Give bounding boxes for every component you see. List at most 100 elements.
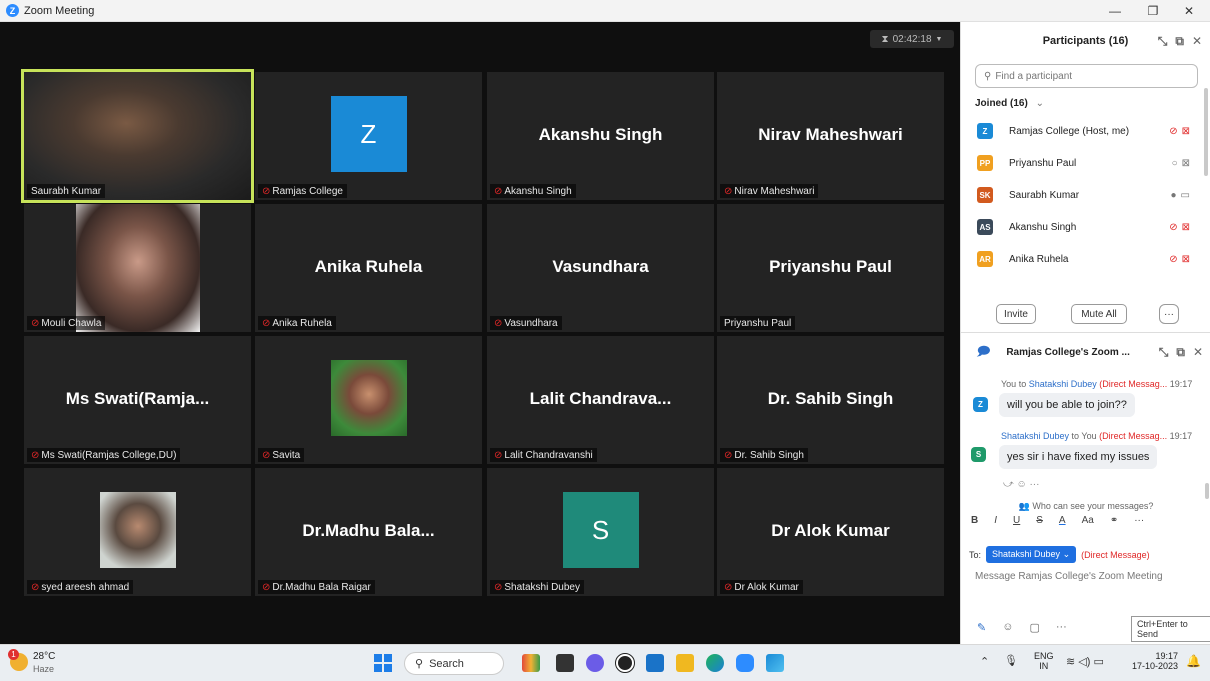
font-size-icon[interactable]: Aa <box>1082 515 1094 526</box>
strikethrough-icon[interactable]: S <box>1036 515 1043 526</box>
participant-tile[interactable]: Akanshu Singh ⊘ Akanshu Singh <box>487 72 714 200</box>
meeting-timer[interactable]: ⧗ 02:42:18 ▼ <box>870 30 954 48</box>
file-icon[interactable]: ▢ <box>1029 621 1039 634</box>
minimize-button[interactable]: — <box>1100 0 1130 22</box>
participant-name-label: ⊘ Savita <box>258 448 305 462</box>
participant-display-name: Lalit Chandrava... <box>529 389 672 408</box>
participant-tile[interactable]: Dr.Madhu Bala... ⊘ Dr.Madhu Bala Raigar <box>255 468 482 596</box>
microphone-icon[interactable]: 🎙 <box>1004 654 1018 667</box>
file-explorer-icon[interactable] <box>676 654 694 672</box>
message-actions[interactable]: ⤻ ☺ ··· <box>1003 479 1039 490</box>
widget-app-icon[interactable] <box>522 654 540 672</box>
popout-icon[interactable]: ⧉ <box>1175 34 1184 49</box>
participant-tile[interactable]: Lalit Chandrava... ⊘ Lalit Chandravanshi <box>487 336 714 464</box>
participant-tile[interactable]: S ⊘ Shatakshi Dubey <box>487 468 714 596</box>
muted-mic-icon: ⊘⊠ <box>1169 221 1194 233</box>
chat-message[interactable]: will you be able to join?? <box>999 393 1135 417</box>
format-toolbar: B I U S A Aa ⚭ ··· <box>971 515 1203 526</box>
weather-temp[interactable]: 28°C <box>33 651 55 662</box>
edge-icon[interactable] <box>706 654 724 672</box>
participant-name-label: ⊘ Lalit Chandravanshi <box>490 448 597 462</box>
emoji-icon[interactable]: ☺ <box>1002 621 1013 634</box>
chat-scrollbar[interactable] <box>1205 483 1209 499</box>
participants-scrollbar[interactable] <box>1204 88 1208 176</box>
zoom-app-icon[interactable] <box>736 654 754 672</box>
photos-app-icon[interactable] <box>766 654 784 672</box>
task-view-icon[interactable] <box>556 654 574 672</box>
participant-row[interactable]: Z Ramjas College (Host, me) ⊘⊠ <box>961 115 1210 147</box>
invite-button[interactable]: Invite <box>996 304 1036 324</box>
video-feed <box>76 204 200 332</box>
recipient-dropdown[interactable]: Shatakshi Dubey ⌄ <box>986 546 1077 563</box>
participant-row[interactable]: AS Akanshu Singh ⊘⊠ <box>961 211 1210 243</box>
participant-tile[interactable]: Dr Alok Kumar ⊘ Dr Alok Kumar <box>717 468 944 596</box>
muted-mic-icon: ⊘ <box>494 317 503 329</box>
participant-display-name: Dr Alok Kumar <box>771 521 890 540</box>
taskbar-search[interactable]: ⚲ Search <box>404 652 504 675</box>
notification-icon[interactable]: 🔔 <box>1186 654 1201 668</box>
participant-row[interactable]: SK Saurabh Kumar ●▭ <box>961 179 1210 211</box>
participant-name-label: ⊘ Anika Ruhela <box>258 316 336 330</box>
participant-display-name: Vasundhara <box>552 257 649 276</box>
muted-mic-icon: ⊘ <box>724 581 733 593</box>
restore-button[interactable]: ❐ <box>1138 0 1168 22</box>
participant-name-label: ⊘ Dr Alok Kumar <box>720 580 803 594</box>
message-input[interactable]: Message Ramjas College's Zoom Meeting <box>975 571 1163 582</box>
font-color-icon[interactable]: A <box>1059 515 1066 526</box>
collapse-icon[interactable]: ⤡ <box>1159 345 1169 360</box>
participant-name: Priyanshu Paul <box>1009 157 1077 169</box>
participant-tile[interactable]: ⊘ Savita <box>255 336 482 464</box>
chat-message[interactable]: yes sir i have fixed my issues <box>999 445 1158 469</box>
mute-all-button[interactable]: Mute All <box>1071 304 1127 324</box>
participant-tile[interactable]: Saurabh Kumar <box>21 69 254 203</box>
joined-section-toggle[interactable]: Joined (16) ⌄ <box>975 98 1210 109</box>
popout-icon[interactable]: ⧉ <box>1176 345 1185 360</box>
avatar: S <box>562 492 639 568</box>
chevron-up-icon[interactable]: ⌃ <box>980 655 989 668</box>
weather-desc: Haze <box>33 664 55 674</box>
clock-time: 19:17 <box>1155 651 1178 661</box>
clock[interactable]: 19:17 17-10-2023 <box>1128 651 1178 671</box>
participant-tile[interactable]: Ms Swati(Ramja... ⊘ Ms Swati(Ramjas Colleg… <box>24 336 251 464</box>
participant-tile[interactable]: Nirav Maheshwari ⊘ Nirav Maheshwari <box>717 72 944 200</box>
network-icon[interactable]: ≋ ◁) ▭ <box>1066 655 1104 668</box>
italic-icon[interactable]: I <box>994 515 997 526</box>
dell-icon[interactable] <box>615 653 635 673</box>
mail-icon[interactable] <box>646 654 664 672</box>
close-button[interactable]: ✕ <box>1174 0 1204 22</box>
participant-search-input[interactable]: ⚲ Find a participant <box>975 64 1198 88</box>
link-icon[interactable]: ⚭ <box>1110 515 1118 526</box>
collapse-icon[interactable]: ⤡ <box>1158 34 1168 49</box>
more-options-button[interactable]: ··· <box>1159 304 1179 324</box>
taskbar: 1 28°C Haze ⚲ Search ⌃ 🎙 ENG IN ≋ ◁) ▭ 1… <box>0 644 1210 681</box>
more-icon[interactable]: ··· <box>1056 621 1067 634</box>
mic-icon: ●▭ <box>1170 189 1194 201</box>
chat-app-icon[interactable] <box>586 654 604 672</box>
underline-icon[interactable]: U <box>1013 515 1020 526</box>
participant-row[interactable]: AR Anika Ruhela ⊘⊠ <box>961 243 1210 275</box>
bold-icon[interactable]: B <box>971 515 978 526</box>
close-icon[interactable]: ✕ <box>1192 34 1202 48</box>
avatar: Z <box>330 96 407 172</box>
start-button[interactable] <box>374 654 392 672</box>
pen-icon[interactable]: ✎ <box>977 621 986 634</box>
participant-name-label: ⊘ syed areesh ahmad <box>27 580 134 594</box>
participant-name-text: Anika Ruhela <box>272 317 332 329</box>
language-indicator[interactable]: ENG IN <box>1034 651 1054 671</box>
participant-display-name: Nirav Maheshwari <box>758 125 903 144</box>
close-icon[interactable]: ✕ <box>1193 345 1203 359</box>
participant-name: Akanshu Singh <box>1009 221 1077 233</box>
participant-tile[interactable]: ⊘ syed areesh ahmad <box>24 468 251 596</box>
more-format-icon[interactable]: ··· <box>1134 515 1144 526</box>
participant-tile[interactable]: Z ⊘ Ramjas College <box>255 72 482 200</box>
participant-tile[interactable]: Anika Ruhela ⊘ Anika Ruhela <box>255 204 482 332</box>
participant-name-label: ⊘ Ramjas College <box>258 184 347 198</box>
participant-tile[interactable]: Vasundhara ⊘ Vasundhara <box>487 204 714 332</box>
participant-tile[interactable]: Priyanshu Paul Priyanshu Paul <box>717 204 944 332</box>
participant-name-text: syed areesh ahmad <box>41 581 130 593</box>
participant-tile[interactable]: Dr. Sahib Singh ⊘ Dr. Sahib Singh <box>717 336 944 464</box>
participant-tile[interactable]: ⊘ Mouli Chawla <box>24 204 251 332</box>
who-can-see-link[interactable]: 👥 Who can see your messages? <box>961 501 1210 512</box>
participant-row[interactable]: PP Priyanshu Paul ○⊠ <box>961 147 1210 179</box>
muted-mic-icon: ⊘ <box>262 317 271 329</box>
